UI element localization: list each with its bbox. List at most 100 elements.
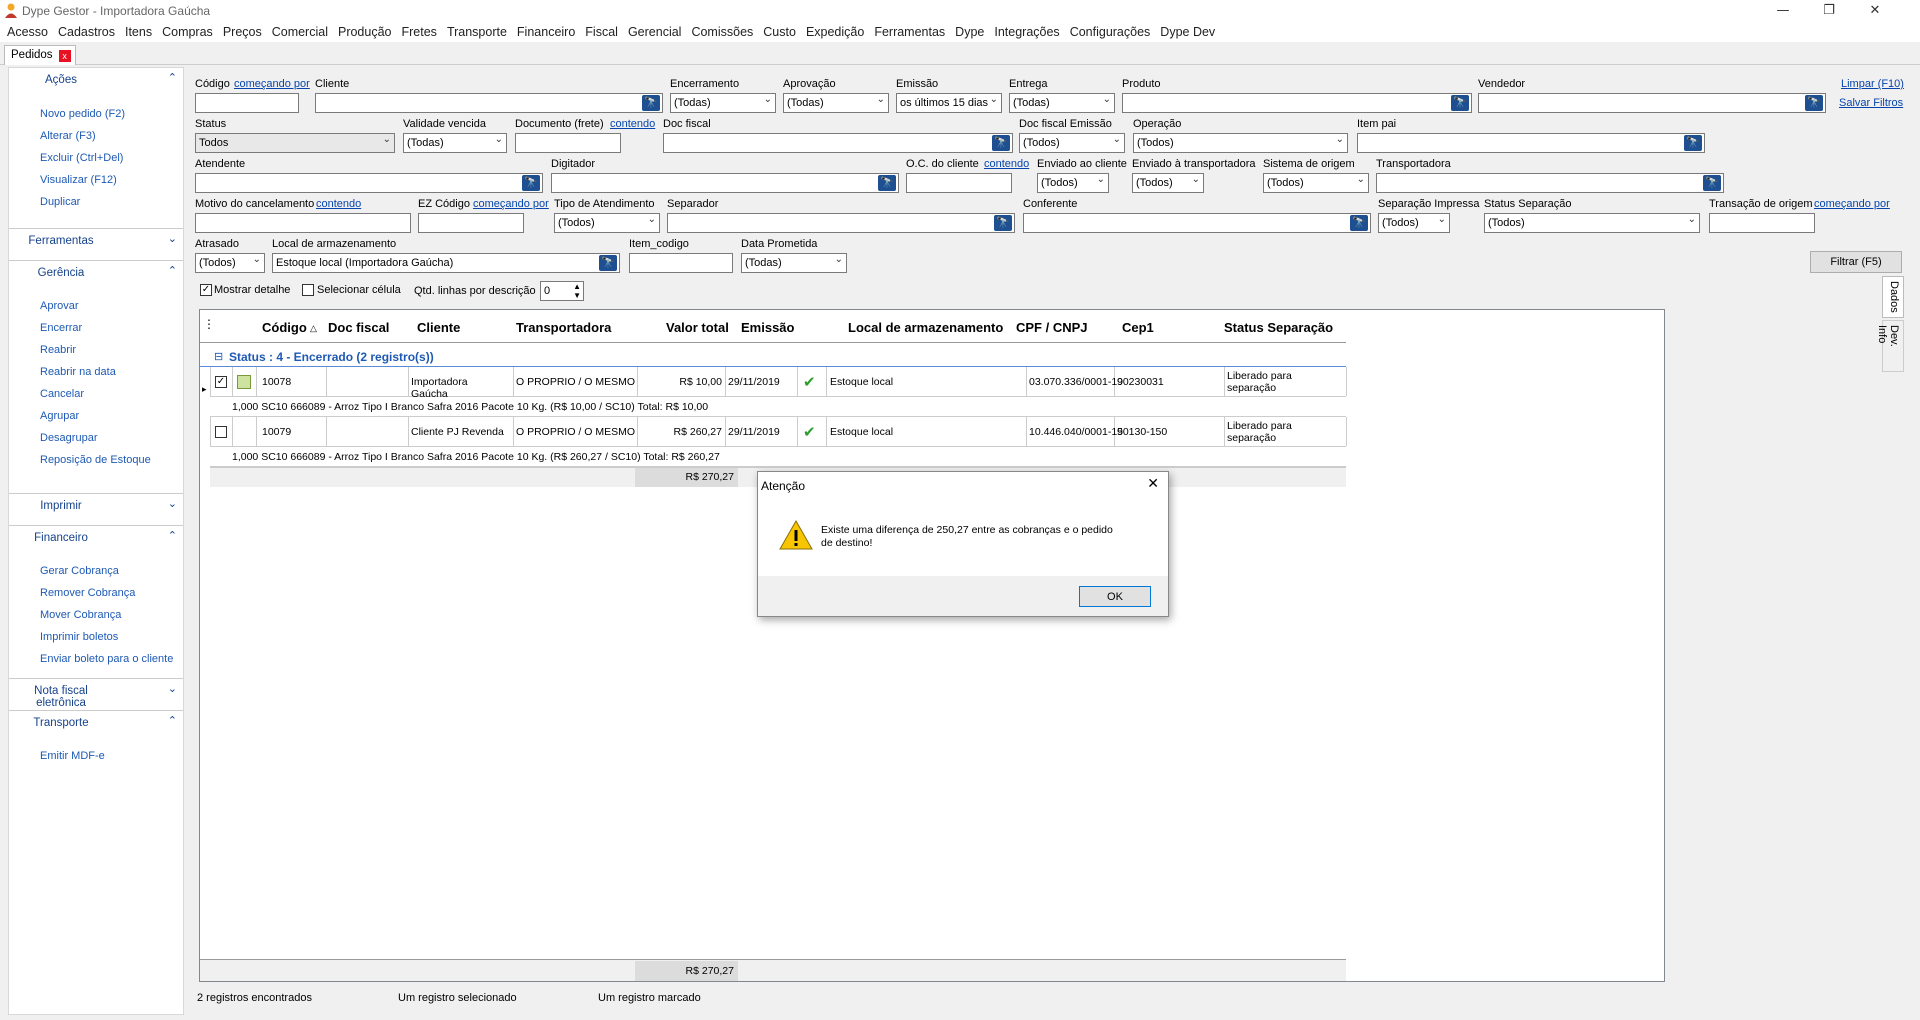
encerramento-select[interactable]: (Todas) ⌄ xyxy=(670,93,776,113)
dialog-close-icon[interactable]: ✕ xyxy=(1147,476,1159,492)
column-header-transportadora[interactable]: Transportadora xyxy=(516,320,611,335)
transacao-input[interactable] xyxy=(1709,213,1815,233)
binocular-icon[interactable]: 🔭 xyxy=(878,175,896,191)
binocular-icon[interactable]: 🔭 xyxy=(599,255,617,271)
codigo-input[interactable] xyxy=(195,93,299,113)
filtrar-button[interactable]: Filtrar (F5) xyxy=(1810,251,1902,273)
sistema-select[interactable]: (Todos) ⌄ xyxy=(1263,173,1369,193)
itempai-input[interactable]: 🔭 xyxy=(1357,133,1705,153)
section-transporte[interactable]: Transporte ⌃ xyxy=(9,710,183,732)
sidebar-item[interactable]: Remover Cobrança xyxy=(40,587,135,599)
aprovacao-select[interactable]: (Todas) ⌄ xyxy=(783,93,889,113)
sidebar-item[interactable]: Reposição de Estoque xyxy=(40,454,151,466)
binocular-icon[interactable]: 🔭 xyxy=(992,135,1010,151)
sep-impressa-select[interactable]: (Todos) ⌄ xyxy=(1378,213,1450,233)
section-nfe[interactable]: Nota fiscal eletrônica ⌄ xyxy=(9,678,183,709)
conferente-input[interactable]: 🔭 xyxy=(1023,213,1371,233)
column-header-cliente[interactable]: Cliente xyxy=(417,320,460,335)
column-header-emissao[interactable]: Emissão xyxy=(741,320,794,335)
motivo-input[interactable] xyxy=(195,213,411,233)
column-header-cep1[interactable]: Cep1 xyxy=(1122,320,1154,335)
binocular-icon[interactable]: 🔭 xyxy=(1684,135,1702,151)
binocular-icon[interactable]: 🔭 xyxy=(994,215,1012,231)
emissao-select[interactable]: os últimos 15 dias ⌄ xyxy=(896,93,1002,113)
tab-dev-info[interactable]: Dev. Info xyxy=(1876,320,1904,372)
ez-input[interactable] xyxy=(418,213,524,233)
salvar-filtros-link[interactable]: Salvar Filtros xyxy=(1839,97,1903,109)
atrasado-select[interactable]: (Todos) ⌄ xyxy=(195,253,265,273)
binocular-icon[interactable]: 🔭 xyxy=(642,95,660,111)
column-header-status-separacao[interactable]: Status Separação xyxy=(1224,320,1333,335)
transacao-mode-link[interactable]: começando por xyxy=(1814,198,1890,210)
item-codigo-input[interactable] xyxy=(629,253,733,273)
limpar-link[interactable]: Limpar (F10) xyxy=(1841,78,1904,90)
edit-note-icon[interactable] xyxy=(237,375,251,389)
atendente-input[interactable]: 🔭 xyxy=(195,173,543,193)
enviado-cliente-select[interactable]: (Todos) ⌄ xyxy=(1037,173,1109,193)
sidebar-item[interactable]: Agrupar xyxy=(40,410,79,422)
binocular-icon[interactable]: 🔭 xyxy=(522,175,540,191)
sidebar-item[interactable]: Enviar boleto para o cliente xyxy=(40,653,173,665)
section-imprimir[interactable]: Imprimir ⌄ xyxy=(9,493,183,515)
docfiscal-input[interactable]: 🔭 xyxy=(663,133,1013,153)
sidebar-item[interactable]: Aprovar xyxy=(40,300,79,312)
selecionar-celula-checkbox[interactable] xyxy=(302,284,314,296)
stepper-arrows-icon[interactable]: ▲ ▼ xyxy=(573,282,581,300)
sidebar-item[interactable]: Encerrar xyxy=(40,322,82,334)
binocular-icon[interactable]: 🔭 xyxy=(1350,215,1368,231)
qtd-linhas-stepper[interactable]: 0 ▲ ▼ xyxy=(540,281,584,301)
column-header-valor-total[interactable]: Valor total xyxy=(666,320,729,335)
transportadora-input[interactable]: 🔭 xyxy=(1376,173,1724,193)
status-sep-select[interactable]: (Todos) ⌄ xyxy=(1484,213,1700,233)
ok-button[interactable]: OK xyxy=(1079,586,1151,607)
digitador-input[interactable]: 🔭 xyxy=(551,173,899,193)
sidebar-item[interactable]: Emitir MDF-e xyxy=(40,750,105,762)
section-financeiro[interactable]: Financeiro ⌃ xyxy=(9,525,183,547)
oc-mode-link[interactable]: contendo xyxy=(984,158,1029,170)
row-checkbox[interactable]: ✓ xyxy=(215,376,227,388)
chevron-icon[interactable]: ⌃ xyxy=(168,529,177,542)
documento-mode-link[interactable]: contendo xyxy=(610,118,655,130)
operacao-select[interactable]: (Todos) ⌄ xyxy=(1133,133,1348,153)
local-input[interactable]: Estoque local (Importadora Gaúcha) 🔭 xyxy=(272,253,620,273)
cliente-input[interactable]: 🔭 xyxy=(315,93,663,113)
sidebar-item[interactable]: Reabrir na data xyxy=(40,366,116,378)
table-row[interactable]: ▸ ✓ 10078 Importadora Gaúcha O PROPRIO / O M… xyxy=(200,367,1347,417)
produto-input[interactable]: 🔭 xyxy=(1122,93,1472,113)
tab-dados[interactable]: Dados xyxy=(1882,276,1904,318)
row-checkbox[interactable] xyxy=(215,426,227,438)
table-row[interactable]: 10079 Cliente PJ Revenda O PROPRIO / O MES… xyxy=(200,417,1347,467)
tipo-select[interactable]: (Todos) ⌄ xyxy=(554,213,660,233)
sidebar-item[interactable]: Mover Cobrança xyxy=(40,609,121,621)
motivo-mode-link[interactable]: contendo xyxy=(316,198,361,210)
entrega-select[interactable]: (Todas) ⌄ xyxy=(1009,93,1115,113)
binocular-icon[interactable]: 🔭 xyxy=(1805,95,1823,111)
binocular-icon[interactable]: 🔭 xyxy=(1703,175,1721,191)
binocular-icon[interactable]: 🔭 xyxy=(1451,95,1469,111)
validade-select[interactable]: (Todas) ⌄ xyxy=(403,133,507,153)
ez-mode-link[interactable]: começando por xyxy=(473,198,549,210)
group-toggle-icon[interactable]: ⊟ xyxy=(214,350,223,363)
documento-input[interactable] xyxy=(515,133,621,153)
enviado-transp-select[interactable]: (Todos) ⌄ xyxy=(1132,173,1204,193)
sidebar-item[interactable]: Gerar Cobrança xyxy=(40,565,119,577)
codigo-mode-link[interactable]: começando por xyxy=(234,78,310,90)
column-chooser-icon[interactable]: ⋮ xyxy=(203,317,215,331)
column-header-codigo[interactable]: Código xyxy=(262,320,307,335)
vendedor-input[interactable]: 🔭 xyxy=(1478,93,1826,113)
oc-input[interactable] xyxy=(906,173,1012,193)
sidebar-item[interactable]: Imprimir boletos xyxy=(40,631,118,643)
chevron-icon[interactable]: ⌄ xyxy=(168,497,177,510)
column-header-doc-fiscal[interactable]: Doc fiscal xyxy=(328,320,389,335)
chevron-icon[interactable]: ⌃ xyxy=(168,714,177,727)
separador-input[interactable]: 🔭 xyxy=(667,213,1015,233)
docfiscal-emissao-select[interactable]: (Todos) ⌄ xyxy=(1019,133,1125,153)
sidebar-item[interactable]: Cancelar xyxy=(40,388,84,400)
status-select[interactable]: Todos ⌄ xyxy=(195,133,395,153)
column-header-cpf-cnpj[interactable]: CPF / CNPJ xyxy=(1016,320,1088,335)
chevron-icon[interactable]: ⌄ xyxy=(168,682,177,695)
sidebar-item[interactable]: Desagrupar xyxy=(40,432,97,444)
column-header-local[interactable]: Local de armazenamento xyxy=(848,320,1003,335)
mostrar-detalhe-checkbox[interactable]: ✓ xyxy=(200,284,212,296)
data-prometida-select[interactable]: (Todas) ⌄ xyxy=(741,253,847,273)
